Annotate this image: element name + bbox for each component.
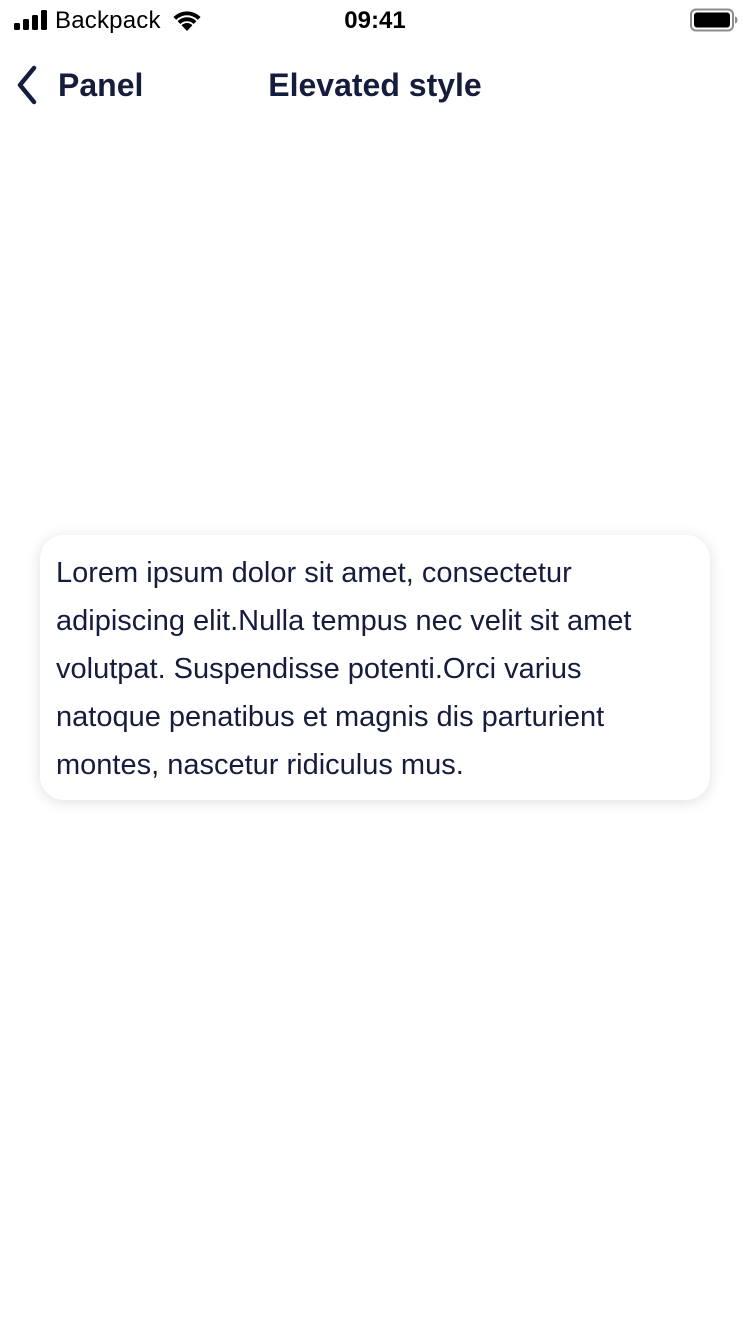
screen: Backpack 09:41 Panel Elevated style Lore… <box>0 0 750 1334</box>
status-time: 09:41 <box>344 7 406 34</box>
elevated-panel: Lorem ipsum dolor sit amet, consectetur … <box>40 535 710 800</box>
page-title: Elevated style <box>268 67 482 103</box>
navigation-bar: Panel Elevated style <box>0 40 750 128</box>
panel-body-text: Lorem ipsum dolor sit amet, consectetur … <box>56 557 632 781</box>
battery-icon <box>690 8 738 32</box>
status-bar: Backpack 09:41 <box>0 0 750 40</box>
